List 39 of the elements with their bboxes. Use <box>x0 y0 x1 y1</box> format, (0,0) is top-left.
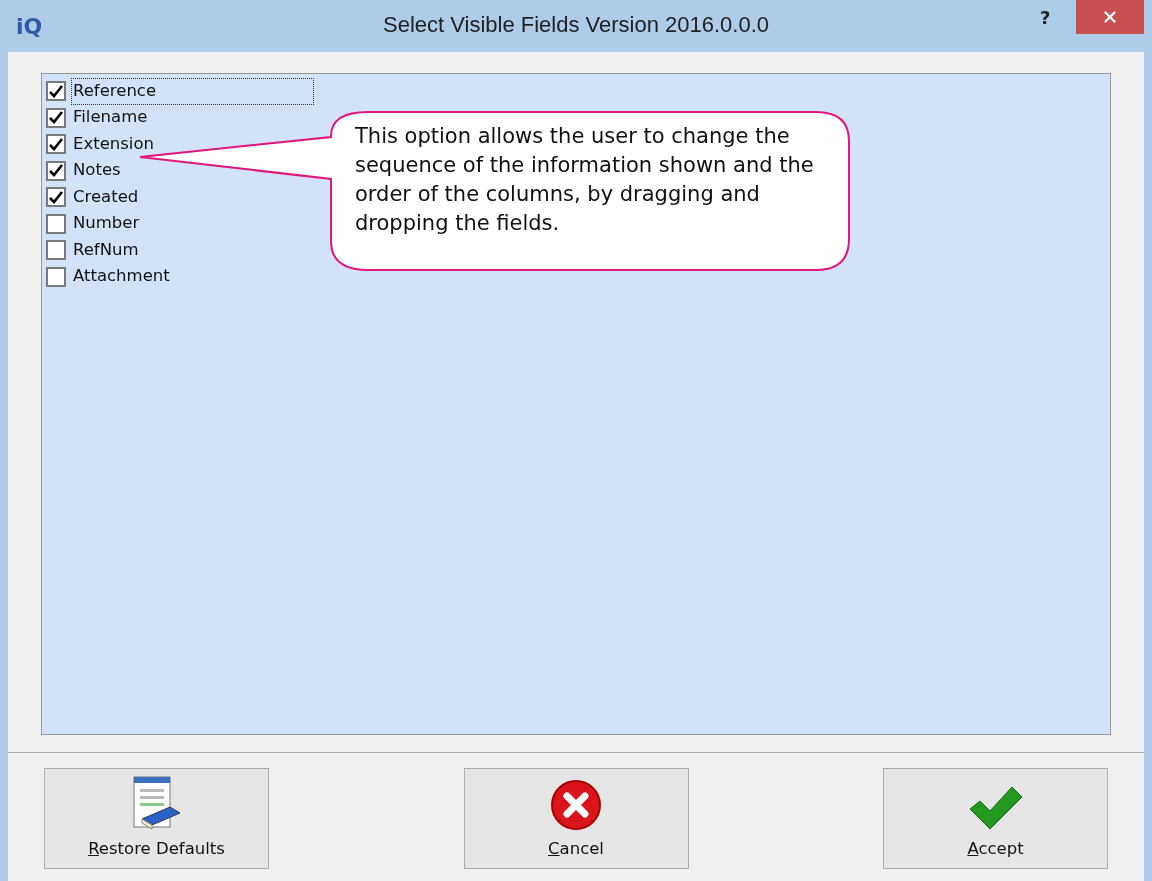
check-icon <box>49 111 63 125</box>
cancel-icon <box>550 779 602 832</box>
field-label: Filename <box>72 106 149 129</box>
field-item[interactable]: Created <box>46 184 141 211</box>
checkbox[interactable] <box>46 81 66 102</box>
checkbox[interactable] <box>46 187 66 208</box>
field-label: Created <box>72 185 140 208</box>
app-logo: iQ <box>16 13 43 41</box>
eraser-list-icon <box>131 775 182 832</box>
checkbox[interactable] <box>46 107 66 128</box>
field-item[interactable]: Notes <box>46 157 123 184</box>
callout-text: This option allows the user to change the sequence of the information shown and the order of the columns, by dragging and dropping the fields. <box>355 123 815 237</box>
check-icon <box>49 84 63 98</box>
cancel-button[interactable]: Cancel <box>463 768 689 869</box>
field-label: Notes <box>72 159 122 182</box>
checkbox[interactable] <box>46 160 66 181</box>
checkbox[interactable] <box>46 266 66 287</box>
field-item[interactable]: Filename <box>46 104 150 131</box>
help-button[interactable]: ? <box>1040 4 1051 31</box>
close-icon <box>1101 8 1119 26</box>
checkbox[interactable] <box>46 213 66 234</box>
field-item[interactable]: Number <box>46 210 142 237</box>
checkbox[interactable] <box>46 240 66 261</box>
close-button[interactable] <box>1076 0 1144 34</box>
checkbox[interactable] <box>46 134 66 155</box>
check-icon <box>49 137 63 151</box>
restore-button[interactable]: Restore Defaults <box>44 768 269 869</box>
field-label: Number <box>72 212 141 235</box>
check-icon <box>49 190 63 204</box>
field-label: Attachment <box>72 265 171 288</box>
field-label: RefNum <box>72 238 140 261</box>
checkmark-icon <box>967 785 1024 832</box>
check-icon <box>49 164 63 178</box>
field-item[interactable]: Attachment <box>46 263 172 290</box>
accept-button[interactable]: Accept <box>883 768 1108 869</box>
window-title: Select Visible Fields Version 2016.0.0.0 <box>382 10 770 39</box>
field-item[interactable]: RefNum <box>46 237 141 264</box>
field-item[interactable]: Extension <box>46 131 156 158</box>
field-label: Extension <box>72 132 155 155</box>
